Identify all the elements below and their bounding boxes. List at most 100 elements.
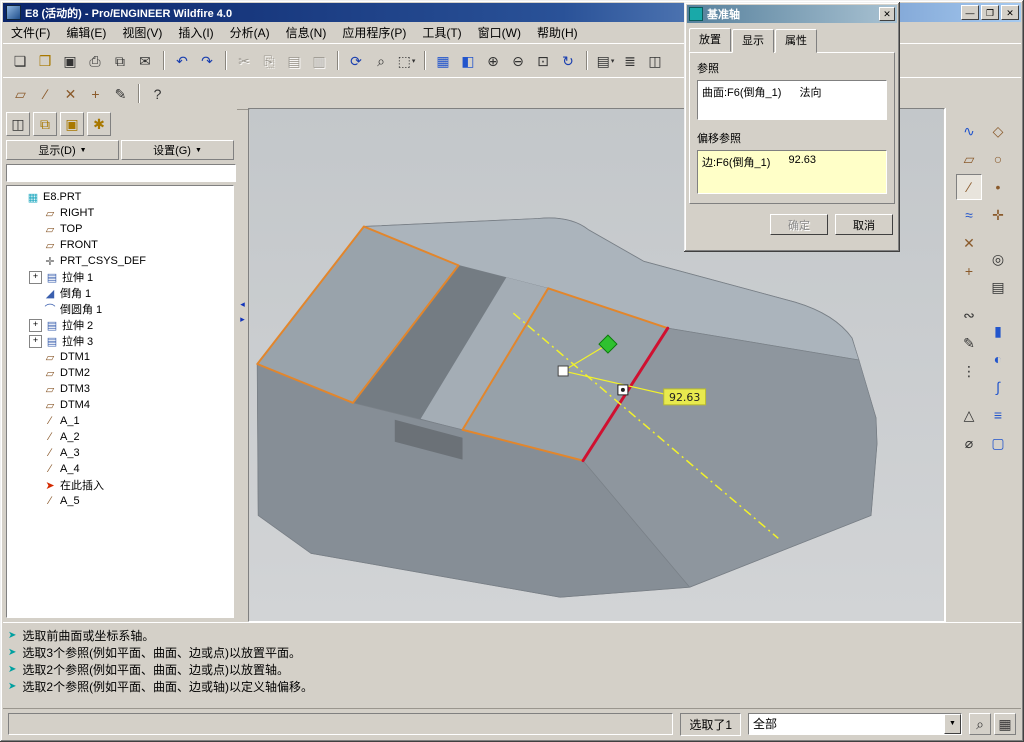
tree-item[interactable]: ✛ PRT_CSYS_DEF: [7, 253, 233, 269]
tree-expander-icon[interactable]: [29, 432, 40, 443]
tree-expander-icon[interactable]: [29, 416, 40, 427]
tree-item[interactable]: ⌒ 倒圆角 1: [7, 301, 233, 317]
revolve-button[interactable]: ◐: [985, 346, 1011, 372]
tree-expander-icon[interactable]: [29, 334, 42, 348]
datum-csys-button[interactable]: +: [83, 81, 108, 106]
sash-collapse-left-icon[interactable]: ◂: [237, 298, 248, 311]
tree-item[interactable]: ▤ 拉伸 1: [7, 269, 233, 285]
tree-expander-icon[interactable]: [12, 192, 23, 203]
insert-datum-curve-button[interactable]: ∿: [956, 118, 982, 144]
tree-expander-icon[interactable]: [29, 464, 40, 475]
tree-expander-icon[interactable]: [29, 480, 40, 491]
sketch-tool-button[interactable]: ✎: [108, 81, 133, 106]
measure-button[interactable]: ⌀: [956, 430, 982, 456]
tree-item[interactable]: ▤ 拉伸 2: [7, 317, 233, 333]
tree-expander-icon[interactable]: [29, 400, 40, 411]
repaint-button[interactable]: ▦: [424, 48, 456, 73]
extrude-button[interactable]: ▮: [985, 318, 1011, 344]
maximize-button[interactable]: ❐: [981, 5, 999, 20]
tree-expander-icon[interactable]: [29, 240, 40, 251]
copy-button[interactable]: ⎘: [257, 48, 282, 73]
refit-button[interactable]: ⊡: [531, 48, 556, 73]
paste-special-button[interactable]: ▥: [307, 48, 332, 73]
blend-button[interactable]: ≡: [985, 402, 1011, 428]
sash-collapse-right-icon[interactable]: ▸: [237, 313, 248, 326]
dialog-tab[interactable]: 显示: [732, 29, 774, 53]
favorites-button[interactable]: ▣: [60, 112, 84, 136]
tree-item[interactable]: ∕ A_3: [7, 445, 233, 461]
shell-button[interactable]: ▢: [985, 430, 1011, 456]
pattern-button[interactable]: ⋮: [956, 358, 982, 384]
sketcher-button[interactable]: ✎: [956, 330, 982, 356]
dialog-close-button[interactable]: ✕: [879, 7, 895, 21]
show-menu-button[interactable]: 显示(D) ▼: [6, 140, 119, 160]
zoom-in-button[interactable]: ⊕: [481, 48, 506, 73]
plane-display-button[interactable]: ◇: [985, 118, 1011, 144]
tree-item[interactable]: ∕ A_5: [7, 493, 233, 509]
spin-center-button[interactable]: ◎: [985, 246, 1011, 272]
settings-menu-button[interactable]: 设置(G) ▼: [121, 140, 234, 160]
minimize-button[interactable]: —: [961, 5, 979, 20]
model-tree-toggle-button[interactable]: ◫: [6, 112, 30, 136]
layers-button[interactable]: ≣: [618, 48, 643, 73]
datum-axis-tool-button[interactable]: ∕: [956, 174, 982, 200]
tree-expander-icon[interactable]: [29, 256, 40, 267]
tree-expander-icon[interactable]: [29, 318, 42, 332]
cancel-button[interactable]: 取消: [835, 214, 893, 235]
menu-item[interactable]: 信息(N): [278, 22, 335, 43]
find-button[interactable]: ⌕: [369, 48, 394, 73]
zoom-out-button[interactable]: ⊖: [506, 48, 531, 73]
paste-button[interactable]: ▤: [282, 48, 307, 73]
datum-plane-button[interactable]: ▱: [8, 81, 33, 106]
datum-point-button[interactable]: ✕: [58, 81, 83, 106]
undo-button[interactable]: ↶: [163, 48, 195, 73]
analysis-button[interactable]: △: [956, 402, 982, 428]
menu-item[interactable]: 分析(A): [222, 22, 278, 43]
menu-item[interactable]: 应用程序(P): [334, 22, 414, 43]
folder-browser-button[interactable]: ⧉: [33, 112, 57, 136]
tree-item[interactable]: ➤ 在此插入: [7, 477, 233, 493]
mail-button[interactable]: ✉: [133, 48, 158, 73]
datum-csys-tool-button[interactable]: +: [956, 258, 982, 284]
reorient-button[interactable]: ↻: [556, 48, 581, 73]
tree-item[interactable]: ∕ A_1: [7, 413, 233, 429]
tree-expander-icon[interactable]: [29, 368, 40, 379]
shaded-view-button[interactable]: ◧: [456, 48, 481, 73]
menu-item[interactable]: 窗口(W): [470, 22, 529, 43]
tree-expander-icon[interactable]: [29, 496, 40, 507]
references-list[interactable]: 曲面:F6(倒角_1) 法向: [697, 80, 887, 120]
sketched-curve-button[interactable]: ≈: [956, 202, 982, 228]
dimension-label[interactable]: 92.63: [663, 388, 707, 406]
tree-expander-icon[interactable]: [29, 352, 40, 363]
connections-button[interactable]: ✱: [87, 112, 111, 136]
tree-item[interactable]: ∕ A_4: [7, 461, 233, 477]
offset-reference-row[interactable]: 边:F6(倒角_1) 92.63: [702, 154, 882, 170]
dialog-tab[interactable]: 属性: [775, 29, 817, 53]
menu-item[interactable]: 文件(F): [3, 22, 58, 43]
menu-item[interactable]: 编辑(E): [58, 22, 114, 43]
annotation-button[interactable]: ▤: [985, 274, 1011, 300]
point-display-button[interactable]: •: [985, 174, 1011, 200]
tree-item[interactable]: ▱ FRONT: [7, 237, 233, 253]
tree-expander-icon[interactable]: [29, 384, 40, 395]
view-manager-button[interactable]: ◫: [643, 48, 668, 73]
dialog-title-bar[interactable]: 基准轴 ✕: [687, 5, 897, 23]
tree-expander-icon[interactable]: [29, 448, 40, 459]
tree-item[interactable]: ▦ E8.PRT: [7, 189, 233, 205]
tree-item[interactable]: ▤ 拉伸 3: [7, 333, 233, 349]
close-button[interactable]: ✕: [1001, 5, 1019, 20]
tree-item[interactable]: ▱ DTM1: [7, 349, 233, 365]
axis-display-button[interactable]: ○: [985, 146, 1011, 172]
combo-dropdown-icon[interactable]: ▼: [944, 714, 961, 734]
datum-point-tool-button[interactable]: ✕: [956, 230, 982, 256]
reference-row[interactable]: 曲面:F6(倒角_1) 法向: [702, 84, 882, 100]
placement-handle[interactable]: [557, 365, 569, 377]
csys-display-button[interactable]: ✛: [985, 202, 1011, 228]
tree-expander-icon[interactable]: [29, 208, 40, 219]
tree-item[interactable]: ▱ RIGHT: [7, 205, 233, 221]
status-find-button[interactable]: ⌕: [969, 713, 991, 735]
new-button[interactable]: ❏: [8, 48, 33, 73]
datum-axis-button[interactable]: ∕: [33, 81, 58, 106]
tree-item[interactable]: ▱ DTM2: [7, 365, 233, 381]
save-button[interactable]: ▣: [58, 48, 83, 73]
